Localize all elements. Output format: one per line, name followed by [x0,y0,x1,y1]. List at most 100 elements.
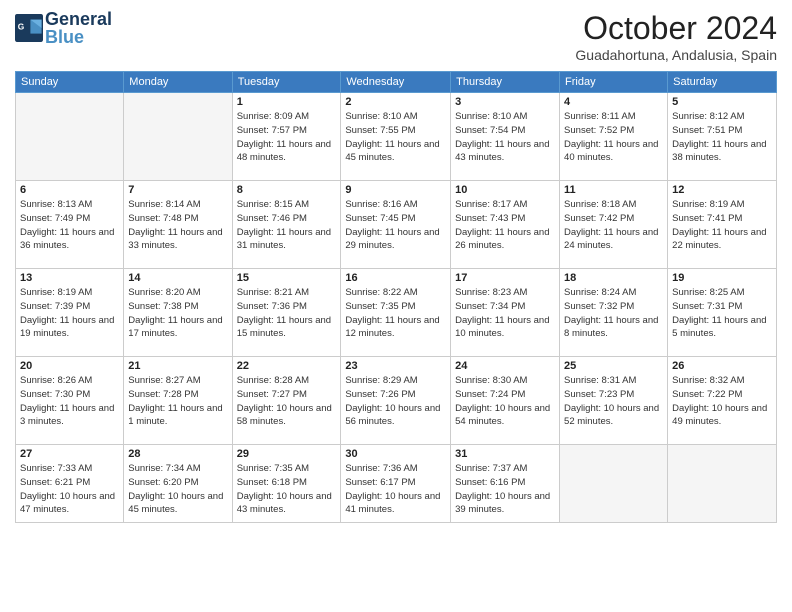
day-info: Sunrise: 8:10 AM Sunset: 7:55 PM Dayligh… [345,110,446,165]
calendar-cell: 27 Sunrise: 7:33 AM Sunset: 6:21 PM Dayli… [16,445,124,523]
day-info: Sunrise: 7:35 AM Sunset: 6:18 PM Dayligh… [237,462,337,517]
day-info: Sunrise: 8:28 AM Sunset: 7:27 PM Dayligh… [237,374,337,429]
day-number: 15 [237,272,337,284]
day-info: Sunrise: 8:10 AM Sunset: 7:54 PM Dayligh… [455,110,555,165]
calendar-cell: 29 Sunrise: 7:35 AM Sunset: 6:18 PM Dayli… [232,445,341,523]
day-info: Sunrise: 7:33 AM Sunset: 6:21 PM Dayligh… [20,462,119,517]
calendar-cell: 7Sunrise: 8:14 AM Sunset: 7:48 PM Daylig… [124,181,232,269]
day-info: Sunrise: 8:31 AM Sunset: 7:23 PM Dayligh… [564,374,663,429]
day-info: Sunrise: 8:23 AM Sunset: 7:34 PM Dayligh… [455,286,555,341]
calendar-day-header: Thursday [451,72,560,93]
calendar-cell: 14 Sunrise: 8:20 AM Sunset: 7:38 PM Dayli… [124,269,232,357]
logo-text: GeneralBlue [45,10,112,46]
day-info: Sunrise: 8:29 AM Sunset: 7:26 PM Dayligh… [345,374,446,429]
calendar-cell: 30 Sunrise: 7:36 AM Sunset: 6:17 PM Dayli… [341,445,451,523]
day-info: Sunrise: 8:30 AM Sunset: 7:24 PM Dayligh… [455,374,555,429]
calendar-day-header: Friday [560,72,668,93]
calendar-cell [560,445,668,523]
calendar-week-row: 20 Sunrise: 8:26 AM Sunset: 7:30 PM Dayli… [16,357,777,445]
day-info: Sunrise: 8:19 AM Sunset: 7:41 PM Dayligh… [672,198,772,253]
calendar-week-row: 6Sunrise: 8:13 AM Sunset: 7:49 PM Daylig… [16,181,777,269]
calendar-cell: 12 Sunrise: 8:19 AM Sunset: 7:41 PM Dayli… [668,181,777,269]
calendar-cell: 16 Sunrise: 8:22 AM Sunset: 7:35 PM Dayli… [341,269,451,357]
day-number: 6 [20,184,119,196]
day-info: Sunrise: 8:26 AM Sunset: 7:30 PM Dayligh… [20,374,119,429]
day-info: Sunrise: 8:18 AM Sunset: 7:42 PM Dayligh… [564,198,663,253]
day-info: Sunrise: 8:21 AM Sunset: 7:36 PM Dayligh… [237,286,337,341]
calendar-day-header: Saturday [668,72,777,93]
day-number: 28 [128,448,227,460]
calendar-cell: 15 Sunrise: 8:21 AM Sunset: 7:36 PM Dayli… [232,269,341,357]
day-number: 16 [345,272,446,284]
day-number: 18 [564,272,663,284]
day-info: Sunrise: 8:09 AM Sunset: 7:57 PM Dayligh… [237,110,337,165]
calendar-cell: 8Sunrise: 8:15 AM Sunset: 7:46 PM Daylig… [232,181,341,269]
title-section: October 2024 Guadahortuna, Andalusia, Sp… [575,10,777,63]
calendar-day-header: Wednesday [341,72,451,93]
day-number: 21 [128,360,227,372]
day-number: 2 [345,96,446,108]
calendar-week-row: 27 Sunrise: 7:33 AM Sunset: 6:21 PM Dayli… [16,445,777,523]
day-number: 10 [455,184,555,196]
day-number: 29 [237,448,337,460]
calendar-cell: 25 Sunrise: 8:31 AM Sunset: 7:23 PM Dayli… [560,357,668,445]
day-info: Sunrise: 8:22 AM Sunset: 7:35 PM Dayligh… [345,286,446,341]
day-info: Sunrise: 8:32 AM Sunset: 7:22 PM Dayligh… [672,374,772,429]
day-number: 22 [237,360,337,372]
calendar-cell: 9Sunrise: 8:16 AM Sunset: 7:45 PM Daylig… [341,181,451,269]
day-info: Sunrise: 8:17 AM Sunset: 7:43 PM Dayligh… [455,198,555,253]
calendar-cell: 18 Sunrise: 8:24 AM Sunset: 7:32 PM Dayli… [560,269,668,357]
day-number: 24 [455,360,555,372]
day-number: 13 [20,272,119,284]
day-number: 11 [564,184,663,196]
day-info: Sunrise: 8:16 AM Sunset: 7:45 PM Dayligh… [345,198,446,253]
calendar-cell: 1 Sunrise: 8:09 AM Sunset: 7:57 PM Daylig… [232,93,341,181]
day-number: 12 [672,184,772,196]
day-info: Sunrise: 8:14 AM Sunset: 7:48 PM Dayligh… [128,198,227,253]
day-info: Sunrise: 8:27 AM Sunset: 7:28 PM Dayligh… [128,374,227,429]
calendar-cell: 6Sunrise: 8:13 AM Sunset: 7:49 PM Daylig… [16,181,124,269]
calendar-header-row: SundayMondayTuesdayWednesdayThursdayFrid… [16,72,777,93]
day-number: 20 [20,360,119,372]
calendar-cell: 3Sunrise: 8:10 AM Sunset: 7:54 PM Daylig… [451,93,560,181]
calendar-day-header: Sunday [16,72,124,93]
day-number: 5 [672,96,772,108]
day-number: 31 [455,448,555,460]
calendar-cell: 17 Sunrise: 8:23 AM Sunset: 7:34 PM Dayli… [451,269,560,357]
calendar: SundayMondayTuesdayWednesdayThursdayFrid… [15,71,777,523]
calendar-cell: 31 Sunrise: 7:37 AM Sunset: 6:16 PM Dayli… [451,445,560,523]
calendar-cell: 20 Sunrise: 8:26 AM Sunset: 7:30 PM Dayli… [16,357,124,445]
calendar-cell: 5 Sunrise: 8:12 AM Sunset: 7:51 PM Daylig… [668,93,777,181]
location: Guadahortuna, Andalusia, Spain [575,47,777,63]
calendar-cell [124,93,232,181]
page-header: G GeneralBlue October 2024 Guadahortuna,… [15,10,777,63]
day-number: 30 [345,448,446,460]
day-info: Sunrise: 8:24 AM Sunset: 7:32 PM Dayligh… [564,286,663,341]
day-info: Sunrise: 8:25 AM Sunset: 7:31 PM Dayligh… [672,286,772,341]
day-number: 25 [564,360,663,372]
calendar-week-row: 1 Sunrise: 8:09 AM Sunset: 7:57 PM Daylig… [16,93,777,181]
day-info: Sunrise: 7:36 AM Sunset: 6:17 PM Dayligh… [345,462,446,517]
calendar-cell: 26 Sunrise: 8:32 AM Sunset: 7:22 PM Dayli… [668,357,777,445]
day-number: 19 [672,272,772,284]
calendar-cell: 23 Sunrise: 8:29 AM Sunset: 7:26 PM Dayli… [341,357,451,445]
day-number: 27 [20,448,119,460]
day-number: 26 [672,360,772,372]
calendar-day-header: Monday [124,72,232,93]
calendar-cell: 28Sunrise: 7:34 AM Sunset: 6:20 PM Dayli… [124,445,232,523]
day-number: 14 [128,272,227,284]
day-number: 8 [237,184,337,196]
day-info: Sunrise: 8:11 AM Sunset: 7:52 PM Dayligh… [564,110,663,165]
day-info: Sunrise: 8:12 AM Sunset: 7:51 PM Dayligh… [672,110,772,165]
calendar-cell: 21 Sunrise: 8:27 AM Sunset: 7:28 PM Dayli… [124,357,232,445]
calendar-week-row: 13Sunrise: 8:19 AM Sunset: 7:39 PM Dayli… [16,269,777,357]
calendar-cell: 2 Sunrise: 8:10 AM Sunset: 7:55 PM Daylig… [341,93,451,181]
calendar-cell: 10 Sunrise: 8:17 AM Sunset: 7:43 PM Dayli… [451,181,560,269]
day-number: 23 [345,360,446,372]
calendar-cell: 19 Sunrise: 8:25 AM Sunset: 7:31 PM Dayli… [668,269,777,357]
day-info: Sunrise: 8:20 AM Sunset: 7:38 PM Dayligh… [128,286,227,341]
day-number: 17 [455,272,555,284]
day-info: Sunrise: 7:37 AM Sunset: 6:16 PM Dayligh… [455,462,555,517]
day-number: 1 [237,96,337,108]
calendar-cell [16,93,124,181]
